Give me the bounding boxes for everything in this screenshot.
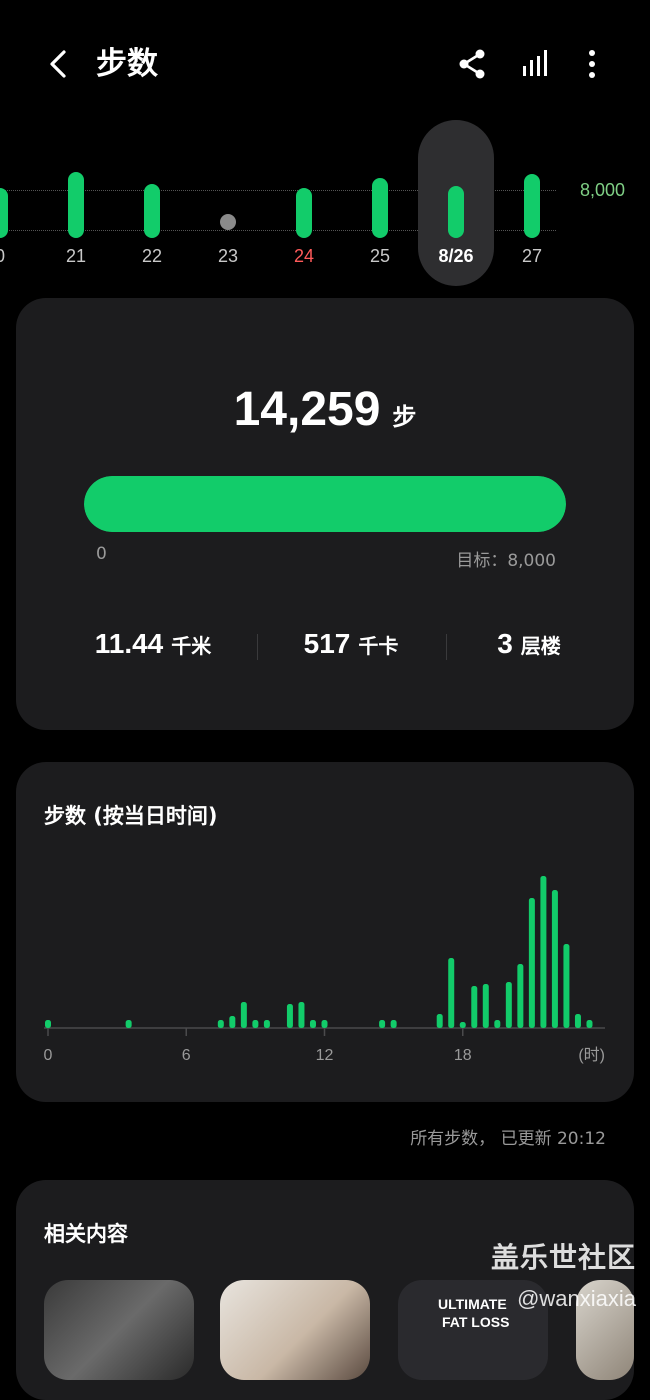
day-label: 0 bbox=[0, 246, 38, 267]
day-label: 25 bbox=[369, 246, 391, 266]
top-bar: 步数 bbox=[0, 0, 650, 130]
hour-steps-bar bbox=[321, 1020, 328, 1028]
related-thumbnail[interactable] bbox=[44, 1280, 194, 1380]
day-steps-bar bbox=[0, 188, 8, 238]
hour-steps-bar bbox=[309, 1020, 316, 1028]
hour-steps-bar bbox=[286, 1004, 293, 1028]
day-steps-bar bbox=[68, 172, 84, 238]
day-item[interactable]: 0 bbox=[0, 118, 38, 288]
related-content-title: 相关内容 bbox=[44, 1222, 128, 1246]
more-vertical-icon[interactable] bbox=[572, 44, 612, 84]
x-tick-label: 18 bbox=[454, 1047, 472, 1064]
goal-line-label: 8,000 bbox=[580, 180, 626, 200]
hour-steps-bar bbox=[517, 964, 524, 1028]
hour-steps-bar bbox=[528, 898, 535, 1028]
hour-steps-bar bbox=[586, 1020, 593, 1028]
watermark-line2: @wanxiaxia bbox=[517, 1286, 636, 1311]
day-steps-bar bbox=[372, 178, 388, 238]
page-title: 步数 bbox=[96, 46, 158, 82]
calories-unit: 千卡 bbox=[358, 634, 399, 658]
day-label: 27 bbox=[521, 246, 543, 266]
hour-steps-bar bbox=[505, 982, 512, 1028]
hour-steps-bar bbox=[229, 1016, 236, 1028]
goal-progress-bar bbox=[84, 476, 566, 532]
day-steps-bar bbox=[296, 188, 312, 238]
day-steps-bar bbox=[448, 186, 464, 238]
hour-steps-bar bbox=[252, 1020, 259, 1028]
back-arrow-icon[interactable] bbox=[40, 44, 80, 84]
x-axis-unit: (时) bbox=[578, 1046, 605, 1064]
hour-steps-bar bbox=[217, 1020, 224, 1028]
day-empty-dot bbox=[220, 214, 236, 230]
x-tick-label: 12 bbox=[316, 1047, 334, 1064]
hour-steps-bar bbox=[379, 1020, 386, 1028]
x-tick-label: 6 bbox=[182, 1047, 191, 1064]
hour-steps-bar bbox=[459, 1022, 466, 1028]
hour-steps-bar bbox=[551, 890, 558, 1028]
goal-progress-fill bbox=[84, 476, 566, 532]
distance-stat: 11.44 千米 bbox=[50, 628, 256, 660]
day-label: 24 bbox=[293, 246, 315, 266]
watermark: 盖乐世社区 @wanxiaxia bbox=[491, 1236, 636, 1312]
day-item[interactable]: 27 bbox=[494, 118, 570, 288]
hour-steps-bar bbox=[563, 944, 570, 1028]
day-item[interactable]: 24 bbox=[266, 118, 342, 288]
step-count-value: 14,259 bbox=[233, 383, 381, 436]
steps-summary-card: 14,259 步 0 目标：8,000 11.44 千米 517 千卡 3 层楼 bbox=[16, 298, 634, 730]
hour-steps-bar bbox=[298, 1002, 305, 1028]
day-selector: 0 21 22 23 24 25 8/26 27 bbox=[0, 118, 650, 288]
hourly-steps-card[interactable]: 步数 (按当日时间) 0 6 12 18 (时) bbox=[16, 762, 634, 1102]
hour-steps-bar bbox=[240, 1002, 247, 1028]
day-item[interactable]: 22 bbox=[114, 118, 190, 288]
hour-steps-bar bbox=[448, 958, 455, 1028]
share-icon[interactable] bbox=[452, 44, 492, 84]
day-steps-bar bbox=[524, 174, 540, 238]
day-item[interactable]: 23 bbox=[190, 118, 266, 288]
related-thumbnail[interactable] bbox=[220, 1280, 370, 1380]
hour-steps-bar bbox=[494, 1020, 501, 1028]
calories-value: 517 bbox=[303, 628, 351, 659]
distance-unit: 千米 bbox=[171, 634, 212, 658]
floors-unit: 层楼 bbox=[520, 634, 561, 658]
day-steps-bar bbox=[144, 184, 160, 238]
hour-steps-bar bbox=[574, 1014, 581, 1028]
bar-chart-icon[interactable] bbox=[516, 44, 556, 84]
floors-stat: 3 层楼 bbox=[426, 628, 632, 660]
calories-stat: 517 千卡 bbox=[248, 628, 454, 660]
last-updated-text: 所有步数， 已更新 20:12 bbox=[410, 1129, 606, 1149]
day-item[interactable]: 8/26 bbox=[418, 118, 494, 288]
hour-steps-bar bbox=[45, 1020, 51, 1028]
hour-steps-bar bbox=[436, 1014, 443, 1028]
hour-steps-bar bbox=[471, 986, 478, 1028]
hourly-steps-chart: 0 6 12 18 (时) bbox=[44, 876, 605, 1064]
hour-steps-bar bbox=[263, 1020, 270, 1028]
hour-steps-bar bbox=[125, 1020, 132, 1028]
day-item[interactable]: 21 bbox=[38, 118, 114, 288]
day-label: 22 bbox=[141, 246, 163, 266]
watermark-line1: 盖乐世社区 bbox=[490, 1241, 636, 1274]
hour-steps-bar bbox=[482, 984, 489, 1028]
day-label: 23 bbox=[217, 246, 239, 266]
hour-steps-bar bbox=[540, 876, 547, 1028]
step-count: 14,259 步 bbox=[16, 382, 634, 437]
goal-text: 目标：8,000 bbox=[456, 551, 556, 571]
progress-min-label: 0 bbox=[96, 544, 107, 564]
thumbnail-text: FAT LOSS bbox=[442, 1314, 510, 1330]
hour-steps-bar bbox=[390, 1020, 397, 1028]
distance-value: 11.44 bbox=[94, 628, 164, 659]
stats-row: 11.44 千米 517 千卡 3 层楼 bbox=[16, 628, 634, 668]
day-label: 8/26 bbox=[438, 246, 474, 266]
step-count-unit: 步 bbox=[392, 403, 417, 431]
x-tick-label: 0 bbox=[44, 1047, 53, 1064]
day-item[interactable]: 25 bbox=[342, 118, 418, 288]
day-label: 21 bbox=[65, 246, 87, 266]
floors-value: 3 bbox=[497, 628, 513, 659]
